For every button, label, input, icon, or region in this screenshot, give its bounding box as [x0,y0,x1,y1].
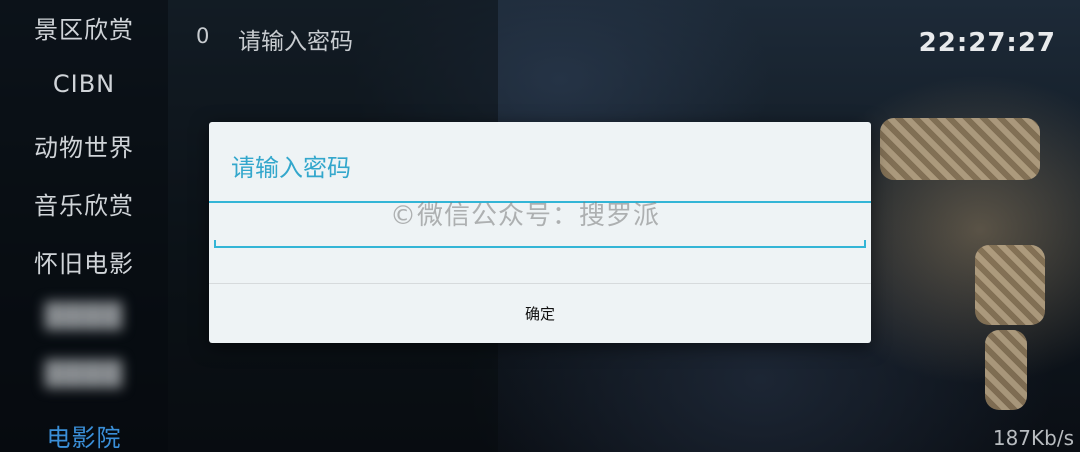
sidebar-item[interactable]: 怀旧电影 [0,244,168,279]
input-edge [864,240,866,248]
sidebar-item[interactable]: 动物世界 [0,128,168,163]
channel-name[interactable]: 请输入密码 [238,22,353,56]
input-edge [214,240,216,248]
channel-number: 0 [196,24,210,48]
category-sidebar: 景区欣赏 CIBN 动物世界 音乐欣赏 怀旧电影 ████ ████ 电影院 [0,0,168,452]
sidebar-item[interactable]: 景区欣赏 [0,10,168,45]
dialog-title: 请输入密码 [231,154,351,182]
sidebar-item[interactable]: CIBN [0,70,168,98]
rope-image [975,245,1045,325]
sidebar-item[interactable]: 音乐欣赏 [0,186,168,221]
sidebar-item-blurred[interactable]: ████ [0,360,168,388]
password-input[interactable] [214,222,866,248]
sidebar-item-blurred[interactable]: ████ [0,302,168,330]
password-dialog: 请输入密码 确定 [209,122,871,343]
network-speed: 187Kb/s [992,426,1074,450]
confirm-button[interactable]: 确定 [209,284,871,343]
sidebar-item-active[interactable]: 电影院 [0,418,168,452]
rope-image [985,330,1027,410]
rope-image [880,118,1040,180]
title-divider [209,201,871,203]
clock: 22:27:27 [918,28,1056,58]
